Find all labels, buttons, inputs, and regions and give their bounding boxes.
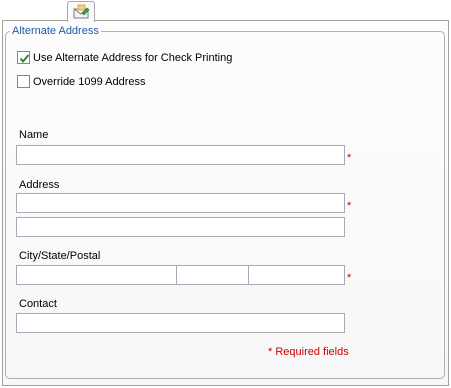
override-1099-label: Override 1099 Address [33,76,146,88]
contact-label: Contact [19,298,57,310]
override-1099-checkbox[interactable] [17,75,30,88]
city-state-postal-label: City/State/Postal [19,250,101,262]
address-required-marker: * [347,200,352,212]
required-fields-note: * Required fields [268,346,349,358]
use-alternate-address-label: Use Alternate Address for Check Printing [33,52,233,64]
address-tab[interactable] [67,1,95,22]
name-label: Name [19,129,49,141]
group-title: Alternate Address [10,25,101,38]
name-input[interactable] [16,145,345,165]
envelope-edit-icon [73,4,90,19]
contact-input[interactable] [16,313,345,333]
use-alternate-address-checkbox[interactable] [17,51,30,64]
name-required-marker: * [347,152,352,164]
state-input[interactable] [176,265,249,285]
city-input[interactable] [16,265,177,285]
city-required-marker: * [347,272,352,284]
checkmark-icon [19,54,30,64]
address-line2-input[interactable] [16,217,345,237]
postal-input[interactable] [248,265,345,285]
address-line1-input[interactable] [16,193,345,213]
address-label: Address [19,179,60,191]
